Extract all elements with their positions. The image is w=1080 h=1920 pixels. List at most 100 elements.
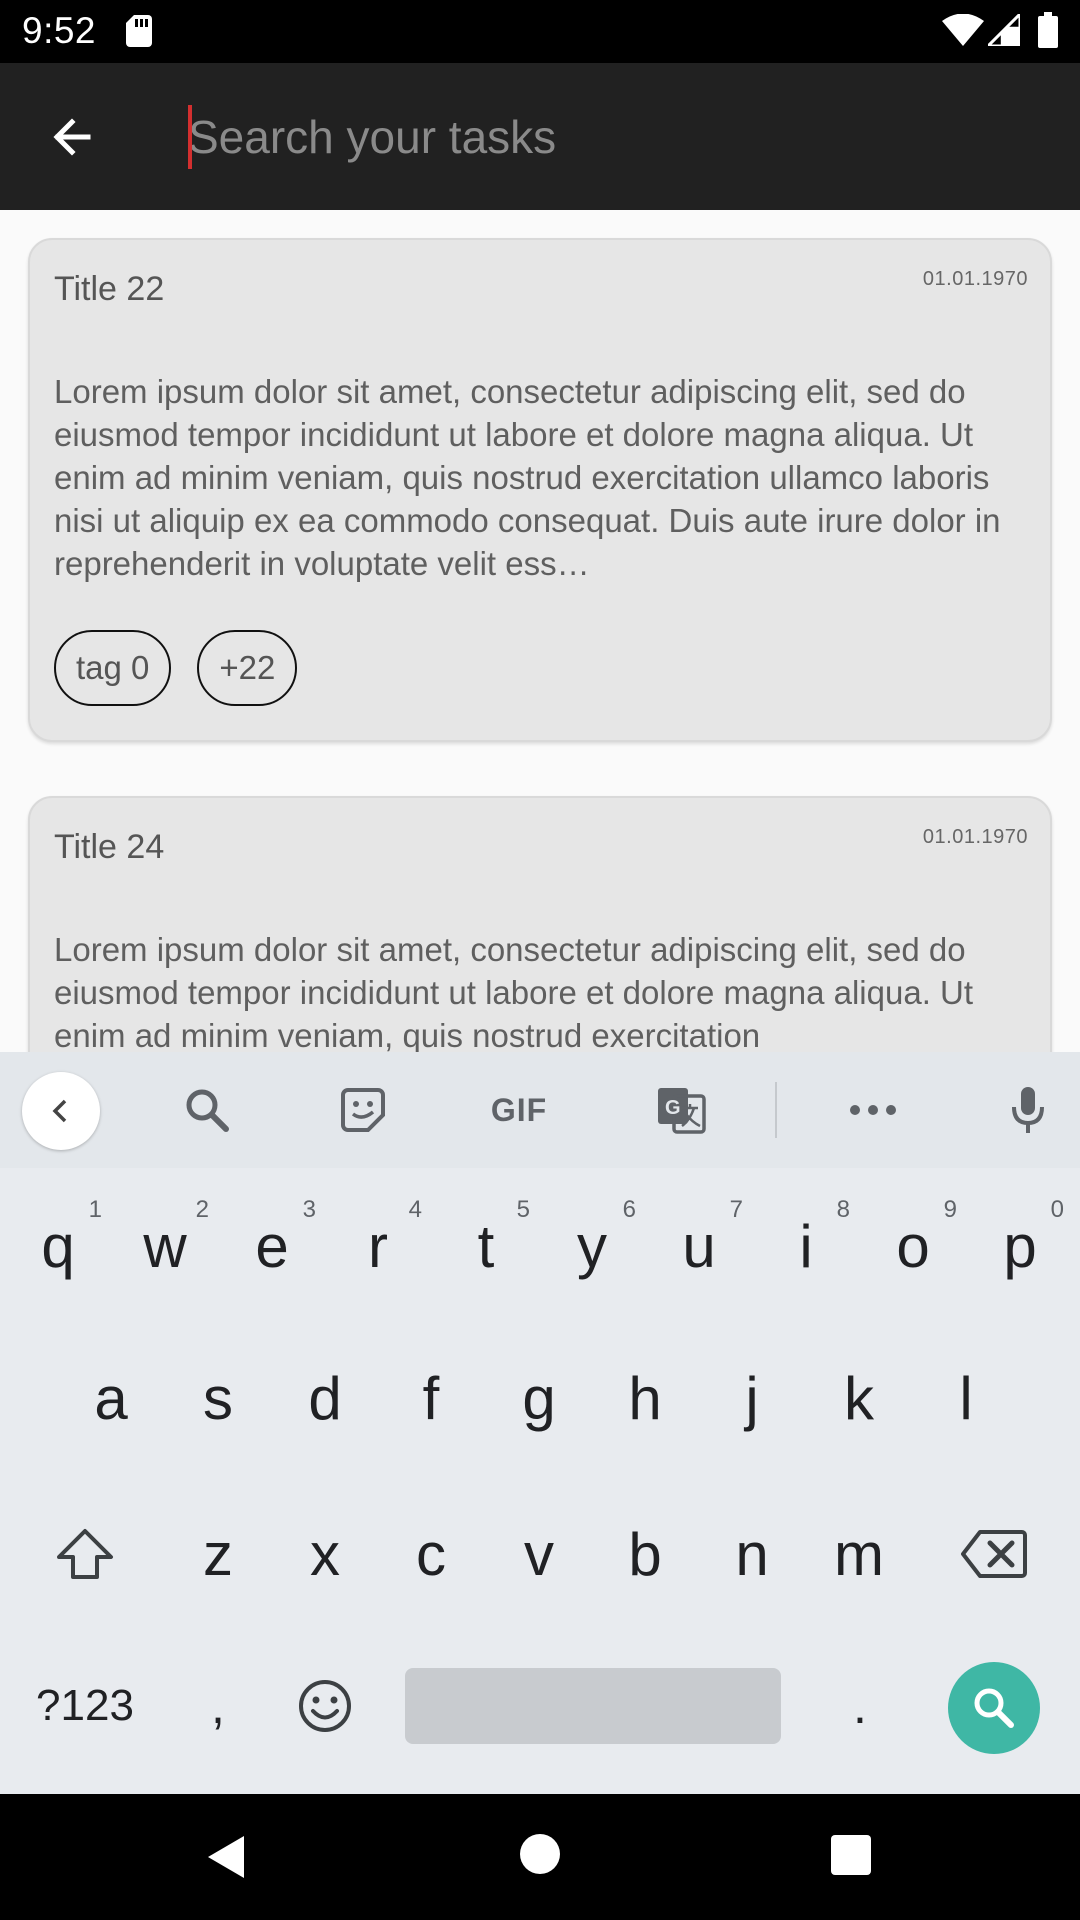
key-k[interactable]: k	[809, 1338, 909, 1458]
status-time: 9:52	[22, 10, 97, 51]
key-hint: 4	[408, 1196, 422, 1223]
keyboard-translate-button[interactable]: G	[656, 1080, 706, 1140]
key-m[interactable]: m	[809, 1494, 909, 1614]
svg-text:G: G	[665, 1097, 681, 1119]
key-label: ?123	[36, 1681, 134, 1730]
screen: 9:52 Title 22 0 1.	[0, 0, 1080, 1920]
key-w[interactable]: w2	[115, 1186, 215, 1306]
shift-key[interactable]	[35, 1494, 135, 1614]
key-label: v	[524, 1520, 554, 1588]
key-d[interactable]: d	[275, 1338, 375, 1458]
task-description: Lorem ipsum dolor sit amet, consectetur …	[54, 373, 1001, 582]
key-y[interactable]: y6	[542, 1186, 642, 1306]
task-description: Lorem ipsum dolor sit amet, consectetur …	[54, 931, 974, 1052]
key-label: g	[522, 1364, 556, 1432]
key-e[interactable]: e3	[222, 1186, 322, 1306]
key-j[interactable]: j	[702, 1338, 802, 1458]
search-action-key[interactable]	[948, 1662, 1040, 1754]
tag-chip[interactable]: tag 0	[54, 630, 172, 706]
keyboard-voice-button[interactable]	[1008, 1080, 1048, 1140]
key-label: a	[94, 1364, 128, 1432]
task-card[interactable]: Title 22 01.01.1970 Lorem ipsum dolor si…	[28, 238, 1052, 742]
task-date: 01.01.1970	[922, 826, 1028, 848]
chevron-left-icon	[52, 1099, 67, 1123]
keyboard-collapse-button[interactable]	[22, 1072, 100, 1150]
key-label: b	[628, 1520, 662, 1588]
search-icon	[974, 1688, 1014, 1728]
signal-icon	[988, 14, 1020, 46]
key-label: e	[255, 1212, 289, 1280]
symbols-key[interactable]: ?123	[20, 1646, 150, 1766]
key-l[interactable]: l	[916, 1338, 1016, 1458]
key-label: d	[308, 1364, 342, 1432]
key-label: j	[745, 1364, 759, 1432]
key-label: .	[853, 1678, 867, 1734]
key-a[interactable]: a	[61, 1338, 161, 1458]
key-r[interactable]: r4	[328, 1186, 428, 1306]
status-bar: 9:52	[0, 0, 1080, 63]
key-p[interactable]: p0	[970, 1186, 1070, 1306]
task-title: Title 24	[54, 828, 165, 866]
key-label: k	[844, 1364, 874, 1432]
key-h[interactable]: h	[595, 1338, 695, 1458]
translate-icon: G	[658, 1088, 706, 1134]
nav-recents-icon[interactable]	[831, 1835, 871, 1875]
keyboard-gif-button[interactable]: GIF	[486, 1080, 552, 1140]
key-label: u	[682, 1212, 716, 1280]
comma-key[interactable]: ,	[168, 1646, 268, 1766]
key-label: i	[799, 1212, 813, 1280]
space-key[interactable]	[405, 1668, 781, 1744]
keyboard-sticker-button[interactable]	[338, 1080, 388, 1140]
key-label: f	[422, 1364, 440, 1432]
key-label: n	[735, 1520, 769, 1588]
backspace-icon	[961, 1530, 1027, 1578]
key-label: q	[41, 1212, 75, 1280]
back-button[interactable]	[36, 101, 108, 173]
key-g[interactable]: g	[489, 1338, 589, 1458]
search-input[interactable]	[188, 99, 1048, 175]
key-hint: 8	[836, 1196, 850, 1223]
microphone-icon	[1012, 1087, 1044, 1133]
more-tags-chip[interactable]: +22	[197, 630, 298, 706]
key-b[interactable]: b	[595, 1494, 695, 1614]
key-o[interactable]: o9	[863, 1186, 963, 1306]
key-s[interactable]: s	[168, 1338, 268, 1458]
key-n[interactable]: n	[702, 1494, 802, 1614]
emoji-key[interactable]	[275, 1646, 375, 1766]
key-z[interactable]: z	[168, 1494, 268, 1614]
key-f[interactable]: f	[381, 1338, 481, 1458]
key-label: x	[310, 1520, 340, 1588]
keyboard-more-button[interactable]	[848, 1080, 898, 1140]
emoji-icon	[299, 1680, 351, 1732]
key-hint: 5	[516, 1196, 530, 1223]
search-icon	[186, 1089, 229, 1132]
key-hint: 2	[195, 1196, 209, 1223]
key-v[interactable]: v	[489, 1494, 589, 1614]
key-i[interactable]: i8	[756, 1186, 856, 1306]
nav-home-icon[interactable]	[520, 1834, 560, 1874]
tag-list: tag 0 +22	[54, 630, 298, 706]
task-title: Title 22	[54, 270, 165, 308]
backspace-key[interactable]	[944, 1494, 1044, 1614]
key-label: p	[1003, 1212, 1037, 1280]
more-icon	[850, 1105, 896, 1115]
key-t[interactable]: t5	[436, 1186, 536, 1306]
sd-card-icon	[126, 15, 152, 47]
key-hint: 0	[1050, 1196, 1064, 1223]
period-key[interactable]: .	[810, 1646, 910, 1766]
keyboard-search-button[interactable]	[180, 1080, 234, 1140]
key-label: l	[959, 1364, 973, 1432]
key-q[interactable]: q1	[8, 1186, 108, 1306]
key-label: m	[834, 1520, 884, 1588]
task-card[interactable]: Title 24 01.01.1970 Lorem ipsum dolor si…	[28, 796, 1052, 1052]
key-c[interactable]: c	[381, 1494, 481, 1614]
shift-icon	[57, 1529, 113, 1579]
battery-icon	[1038, 12, 1058, 48]
key-x[interactable]: x	[275, 1494, 375, 1614]
nav-back-icon[interactable]	[206, 1834, 246, 1880]
key-label: o	[896, 1212, 930, 1280]
key-u[interactable]: u7	[649, 1186, 749, 1306]
task-list[interactable]: Title 22 01.01.1970 Lorem ipsum dolor si…	[0, 210, 1080, 1052]
key-hint: 1	[88, 1196, 102, 1223]
sticker-icon	[341, 1088, 385, 1132]
